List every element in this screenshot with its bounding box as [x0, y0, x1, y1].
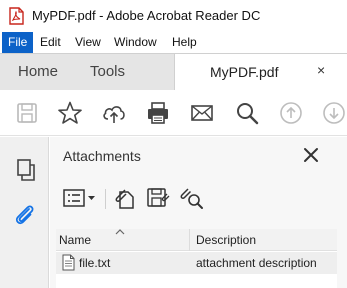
menu-bar: File Edit View Window Help	[0, 32, 347, 53]
menu-window[interactable]: Window	[108, 32, 163, 53]
panel-title: Attachments	[63, 148, 141, 164]
attachments-panel: Attachments Name Description file.txt at…	[50, 137, 347, 288]
menu-file[interactable]: File	[2, 32, 34, 53]
text-file-icon	[62, 254, 75, 271]
acrobat-app-icon	[8, 7, 24, 25]
menu-view[interactable]: View	[69, 32, 107, 53]
column-header-name[interactable]: Name	[59, 233, 91, 247]
column-divider	[189, 229, 190, 251]
sort-ascending-icon	[114, 223, 126, 235]
tab-tools[interactable]: Tools	[90, 54, 125, 90]
menu-help[interactable]: Help	[166, 32, 203, 53]
column-header-description[interactable]: Description	[196, 233, 256, 247]
save-icon[interactable]	[14, 100, 40, 126]
toolbar	[0, 90, 347, 136]
print-icon[interactable]	[145, 100, 171, 126]
email-icon[interactable]	[189, 100, 215, 126]
left-navigation-rail	[0, 137, 49, 288]
attachment-description: attachment description	[196, 256, 317, 270]
toolbar-divider	[105, 189, 106, 209]
table-header: Name Description	[56, 229, 337, 251]
title-bar: MyPDF.pdf - Adobe Acrobat Reader DC	[0, 0, 347, 32]
tab-bar: Home Tools MyPDF.pdf ×	[0, 53, 347, 91]
pages-icon[interactable]	[12, 157, 38, 183]
bookmark-star-icon[interactable]	[57, 100, 83, 126]
document-tab-label: MyPDF.pdf	[210, 64, 279, 80]
page-up-icon[interactable]	[278, 100, 304, 126]
tab-document[interactable]: MyPDF.pdf ×	[174, 54, 347, 91]
options-menu-icon[interactable]	[62, 186, 100, 210]
search-icon[interactable]	[234, 100, 260, 126]
upload-cloud-icon[interactable]	[101, 100, 127, 126]
attachments-table: Name Description file.txt attachment des…	[56, 229, 337, 288]
page-down-icon[interactable]	[321, 100, 347, 126]
attachment-name: file.txt	[79, 256, 111, 270]
menu-edit[interactable]: Edit	[34, 32, 67, 53]
tab-home[interactable]: Home	[18, 54, 58, 90]
table-row[interactable]: file.txt attachment description	[56, 252, 337, 274]
attachments-toolbar	[50, 181, 347, 217]
close-panel-icon[interactable]	[301, 145, 321, 165]
window-title: MyPDF.pdf - Adobe Acrobat Reader DC	[32, 8, 261, 23]
attach-file-icon[interactable]	[112, 186, 138, 210]
search-attachment-icon[interactable]	[179, 186, 207, 210]
attachment-paperclip-icon[interactable]	[12, 202, 38, 228]
save-attachment-icon[interactable]	[145, 186, 171, 210]
close-tab-icon[interactable]: ×	[317, 62, 325, 78]
